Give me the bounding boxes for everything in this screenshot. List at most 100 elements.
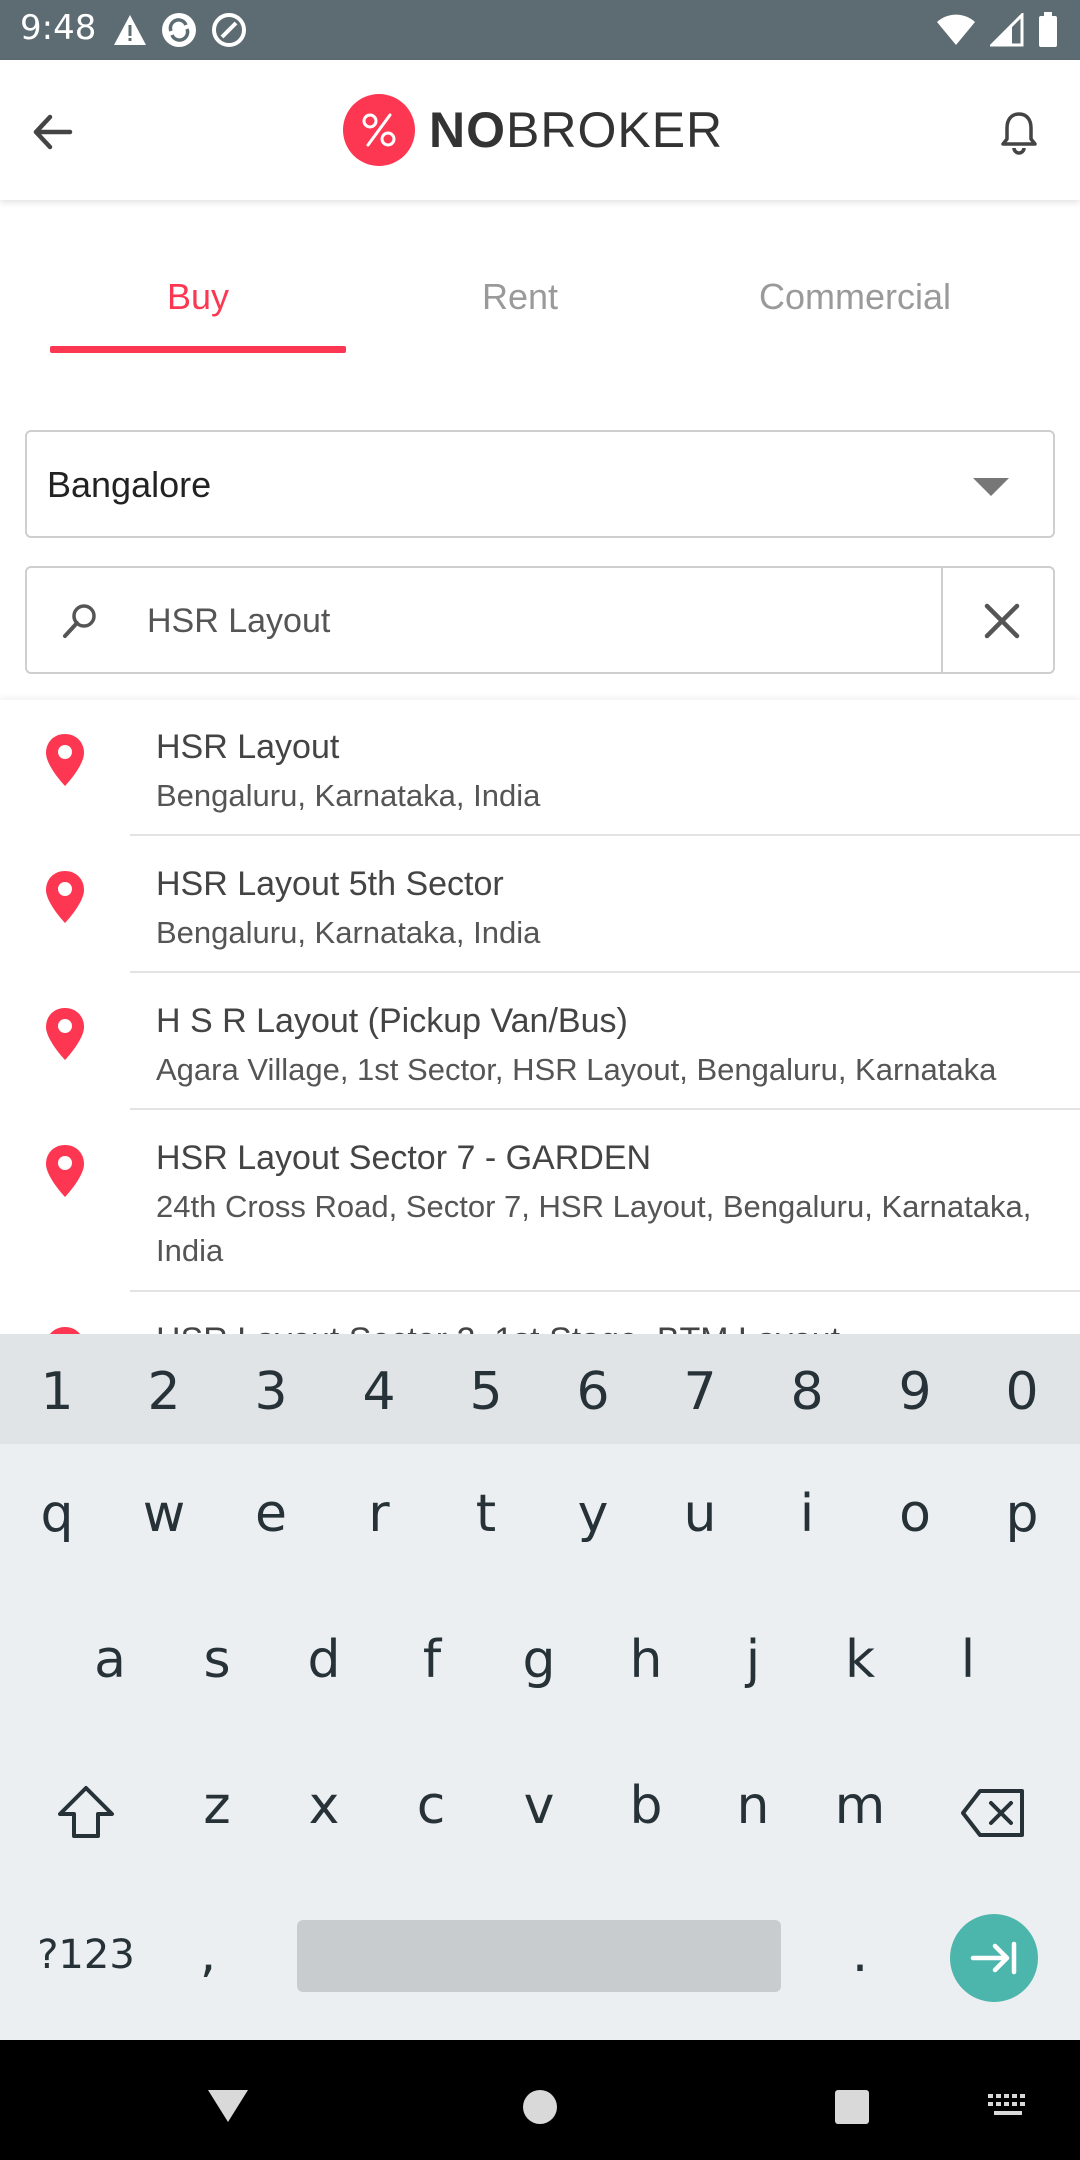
city-selected-value: Bangalore (47, 464, 212, 505)
letter-key[interactable]: n (713, 1776, 793, 1836)
letter-key[interactable]: r (339, 1484, 419, 1544)
tab-rent[interactable]: Rent (410, 276, 630, 318)
notification-icons (112, 10, 248, 50)
notifications-button[interactable] (992, 106, 1046, 160)
suggestion-title: H S R Layout (Pickup Van/Bus) (156, 1002, 628, 1040)
letter-key[interactable]: u (660, 1484, 740, 1544)
nav-recents-icon[interactable] (833, 2088, 871, 2126)
do-not-disturb-icon (212, 13, 246, 47)
letter-key[interactable]: i (767, 1484, 847, 1544)
warning-icon (114, 15, 146, 45)
letter-key[interactable]: t (446, 1484, 526, 1544)
suggestion-item[interactable]: HSR Layout Sector 2, 1st Stage, BTM Layo… (0, 1293, 1080, 1334)
nav-back-icon[interactable] (204, 2086, 252, 2126)
letter-key[interactable]: a (70, 1630, 150, 1690)
locality-search-input[interactable] (145, 590, 945, 652)
backspace-icon[interactable] (960, 1788, 1026, 1838)
nobroker-logo: NOBROKER (343, 92, 723, 168)
number-key[interactable]: 7 (660, 1362, 740, 1422)
tab-commercial[interactable]: Commercial (700, 276, 1010, 318)
suggestion-item[interactable]: HSR Layout 5th Sector Bengaluru, Karnata… (0, 837, 1080, 974)
property-type-tabs: Buy Rent Commercial (0, 236, 1080, 356)
number-key[interactable]: 5 (446, 1362, 526, 1422)
period-key[interactable]: . (830, 1924, 890, 1984)
tab-buy[interactable]: Buy (50, 276, 346, 318)
letter-key[interactable]: y (553, 1484, 633, 1544)
arrow-left-icon (33, 114, 73, 150)
letter-key[interactable]: j (713, 1630, 793, 1690)
suggestion-subtitle: Bengaluru, Karnataka, India (156, 915, 541, 950)
active-tab-indicator (50, 346, 346, 353)
search-divider (941, 568, 943, 672)
letter-key[interactable]: v (499, 1776, 579, 1836)
letter-key[interactable]: d (284, 1630, 364, 1690)
symbols-key[interactable]: ?123 (26, 1932, 146, 1978)
letter-key[interactable]: b (606, 1776, 686, 1836)
letter-key[interactable]: g (499, 1630, 579, 1690)
enter-key[interactable] (950, 1914, 1038, 2002)
letter-key[interactable]: f (392, 1630, 472, 1690)
number-key[interactable]: 0 (982, 1362, 1062, 1422)
letter-key[interactable]: l (928, 1630, 1008, 1690)
locality-search-box (25, 566, 1055, 674)
letter-key[interactable]: k (820, 1630, 900, 1690)
wifi-icon (937, 14, 975, 45)
nav-home-icon[interactable] (521, 2088, 559, 2126)
letter-key[interactable]: m (820, 1776, 900, 1836)
divider (130, 1290, 1080, 1292)
suggestion-subtitle: Agara Village, 1st Sector, HSR Layout, B… (156, 1052, 997, 1087)
location-pin-icon (46, 734, 84, 786)
suggestion-title: HSR Layout Sector 2, 1st Stage, BTM Layo… (156, 1321, 840, 1334)
bell-icon (1001, 112, 1037, 155)
system-nav-bar (0, 2040, 1080, 2160)
location-pin-icon (46, 871, 84, 923)
keyboard-switch-icon[interactable] (986, 2090, 1030, 2122)
number-key[interactable]: 3 (231, 1362, 311, 1422)
tab-arrow-icon (970, 1941, 1017, 1975)
number-key[interactable]: 4 (339, 1362, 419, 1422)
divider (130, 1108, 1080, 1110)
divider (130, 834, 1080, 836)
cell-signal-icon (990, 13, 1024, 47)
number-key[interactable]: 8 (767, 1362, 847, 1422)
app-header: NOBROKER (0, 60, 1080, 200)
location-pin-icon (50, 1327, 80, 1334)
letter-key[interactable]: x (284, 1776, 364, 1836)
comma-key[interactable]: , (178, 1924, 238, 1984)
logo-text: NOBROKER (429, 102, 724, 158)
city-dropdown[interactable]: Bangalore (25, 430, 1055, 538)
suggestion-item[interactable]: HSR Layout Bengaluru, Karnataka, India (0, 700, 1080, 837)
system-status-icons (936, 10, 1058, 50)
suggestion-subtitle: Bengaluru, Karnataka, India (156, 778, 541, 813)
number-key[interactable]: 2 (124, 1362, 204, 1422)
letter-key[interactable]: o (875, 1484, 955, 1544)
letter-key[interactable]: c (391, 1776, 471, 1836)
letter-key[interactable]: h (606, 1630, 686, 1690)
suggestion-subtitle: 24th Cross Road, Sector 7, HSR Layout, B… (156, 1189, 1032, 1268)
suggestion-title: HSR Layout Sector 7 - GARDEN (156, 1139, 652, 1177)
suggestion-item[interactable]: HSR Layout Sector 7 - GARDEN 24th Cross … (0, 1111, 1080, 1293)
number-key[interactable]: 1 (17, 1362, 97, 1422)
number-key[interactable]: 9 (875, 1362, 955, 1422)
dropdown-arrow-icon (973, 478, 1009, 496)
number-key[interactable]: 6 (553, 1362, 633, 1422)
letter-key[interactable]: p (982, 1484, 1062, 1544)
shift-icon[interactable] (56, 1784, 116, 1840)
back-button[interactable] (26, 104, 82, 160)
sync-icon (162, 13, 196, 47)
letter-key[interactable]: q (17, 1484, 97, 1544)
suggestion-item[interactable]: H S R Layout (Pickup Van/Bus) Agara Vill… (0, 974, 1080, 1111)
suggestion-title: HSR Layout (156, 728, 340, 766)
close-icon[interactable] (979, 598, 1025, 644)
letter-key[interactable]: e (231, 1484, 311, 1544)
suggestion-title: HSR Layout 5th Sector (156, 865, 504, 903)
letter-key[interactable]: w (124, 1484, 204, 1544)
spacebar[interactable] (297, 1920, 781, 1992)
letter-key[interactable]: s (177, 1630, 257, 1690)
divider (130, 971, 1080, 973)
logo-mark (343, 94, 415, 166)
location-pin-icon (46, 1145, 84, 1197)
letter-key[interactable]: z (177, 1776, 257, 1836)
battery-icon (1039, 12, 1057, 47)
location-pin-icon (46, 1008, 84, 1060)
